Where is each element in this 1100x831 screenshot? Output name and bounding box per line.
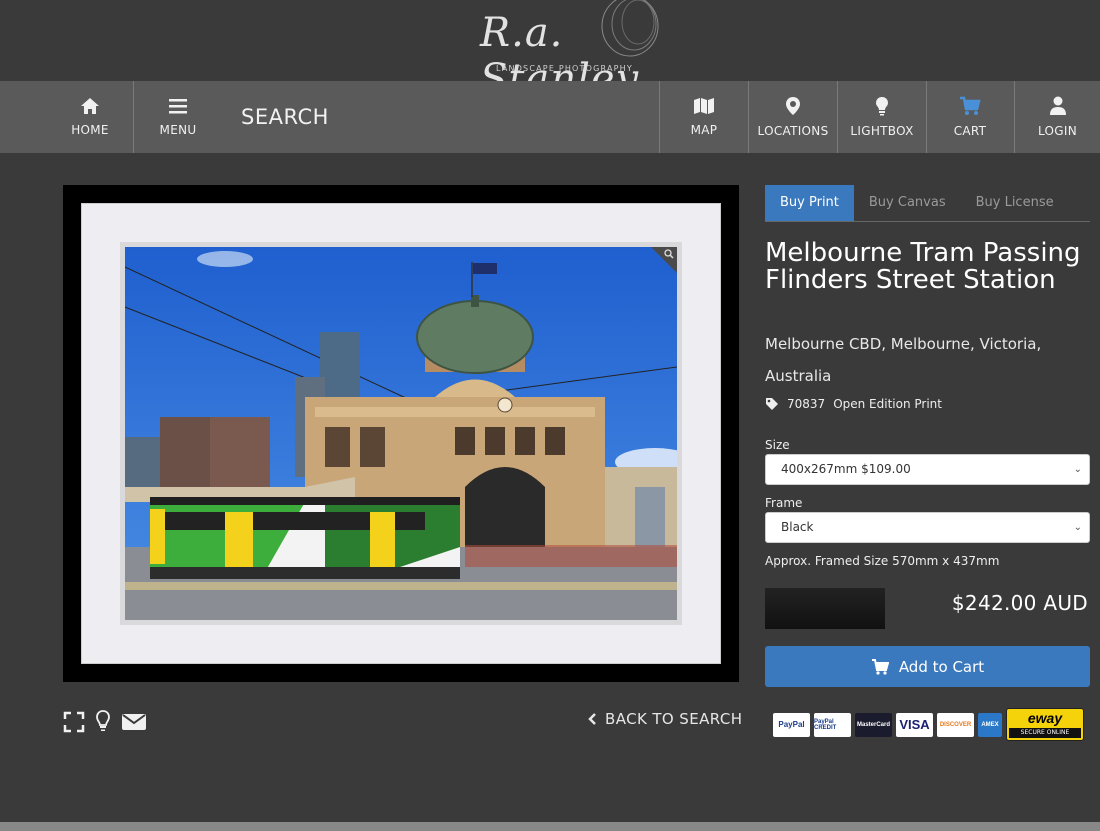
- discover-logo: DISCOVER: [937, 712, 974, 737]
- location-pin-icon: [786, 97, 800, 115]
- logo-subtitle: LANDSCAPE PHOTOGRAPHY: [496, 64, 633, 73]
- add-to-cart-label: Add to Cart: [898, 657, 985, 676]
- frame-select-value: Black: [781, 520, 814, 534]
- nav-menu-label: MENU: [159, 123, 197, 137]
- zoom-icon[interactable]: [664, 249, 674, 259]
- mastercard-logo: MasterCard: [855, 712, 892, 737]
- payment-methods: PayPal PayPal CREDIT MasterCard VISA DIS…: [773, 708, 1084, 741]
- map-icon: [694, 98, 714, 114]
- frame-swatch: [765, 588, 885, 629]
- add-to-cart-button[interactable]: Add to Cart: [765, 646, 1090, 687]
- chevron-down-icon: ⌄: [1073, 522, 1082, 533]
- paypal-logo: PayPal: [773, 712, 810, 737]
- user-icon: [1049, 96, 1066, 115]
- nav-search[interactable]: SEARCH: [241, 105, 329, 129]
- paypal-credit-logo: PayPal CREDIT: [814, 712, 851, 737]
- home-icon: [81, 98, 99, 114]
- footer-bar: [0, 822, 1100, 831]
- back-to-search-link[interactable]: BACK TO SEARCH: [588, 710, 742, 728]
- chevron-left-icon: [588, 713, 596, 725]
- size-select-value: 400x267mm $109.00: [781, 462, 911, 476]
- site-logo[interactable]: R.a. Stanley LANDSCAPE PHOTOGRAPHY: [470, 0, 700, 102]
- product-location: Melbourne CBD, Melbourne, Victoria, Aust…: [765, 335, 1042, 385]
- nav-home[interactable]: HOME: [46, 81, 134, 153]
- nav-locations[interactable]: LOCATIONS: [749, 81, 837, 153]
- fullscreen-icon[interactable]: [63, 711, 85, 733]
- nav-menu[interactable]: MENU: [134, 81, 222, 153]
- tag-icon: [766, 398, 778, 410]
- amex-logo: AMEX: [978, 712, 1002, 737]
- framed-print-preview: [63, 185, 739, 682]
- product-title: Melbourne Tram Passing Flinders Street S…: [765, 238, 1081, 295]
- tab-buy-print[interactable]: Buy Print: [765, 185, 854, 221]
- nav-map-label: MAP: [690, 123, 718, 137]
- back-to-search-label: BACK TO SEARCH: [605, 710, 743, 728]
- nav-locations-label: LOCATIONS: [757, 124, 829, 138]
- print-mat: [81, 203, 721, 664]
- image-tools: [63, 710, 147, 734]
- product-code: 70837: [787, 397, 826, 411]
- lightbox-add-icon[interactable]: [95, 710, 111, 734]
- eway-logo: eway SECURE ONLINE: [1006, 708, 1084, 741]
- nav-login[interactable]: LOGIN: [1015, 81, 1100, 153]
- tab-buy-license[interactable]: Buy License: [961, 185, 1069, 221]
- cart-icon: [960, 96, 981, 115]
- edition-type: Open Edition Print: [833, 397, 942, 411]
- visa-logo: VISA: [896, 712, 933, 737]
- main-nav: HOME MENU SEARCH MAP LOCATIONS LIGHTBOX: [0, 81, 1100, 153]
- nav-lightbox-label: LIGHTBOX: [850, 124, 914, 138]
- nav-cart-label: CART: [953, 124, 987, 138]
- product-edition: 70837 Open Edition Print: [765, 397, 942, 411]
- nav-login-label: LOGIN: [1037, 124, 1078, 138]
- chevron-down-icon: ⌄: [1073, 464, 1082, 475]
- cart-icon: [871, 658, 889, 675]
- nav-home-label: HOME: [71, 123, 109, 137]
- frame-label: Frame: [765, 496, 803, 510]
- frame-select[interactable]: Black ⌄: [765, 512, 1090, 543]
- size-label: Size: [765, 438, 790, 452]
- nav-lightbox[interactable]: LIGHTBOX: [838, 81, 926, 153]
- lightbulb-icon: [876, 97, 888, 116]
- approx-framed-size: Approx. Framed Size 570mm x 437mm: [765, 554, 1000, 568]
- product-photo[interactable]: [120, 242, 682, 625]
- eway-wordmark: eway: [1027, 710, 1063, 726]
- photo-scene: [125, 247, 677, 620]
- product-price: $242.00 AUD: [951, 591, 1088, 615]
- eway-tagline: SECURE ONLINE: [1009, 728, 1081, 738]
- email-icon[interactable]: [121, 712, 147, 732]
- purchase-tabs: Buy Print Buy Canvas Buy License: [765, 185, 1090, 222]
- nav-map[interactable]: MAP: [660, 81, 748, 153]
- tab-buy-canvas[interactable]: Buy Canvas: [854, 185, 961, 221]
- header: R.a. Stanley LANDSCAPE PHOTOGRAPHY: [0, 0, 1100, 102]
- nav-cart[interactable]: CART: [926, 81, 1014, 153]
- size-select[interactable]: 400x267mm $109.00 ⌄: [765, 454, 1090, 485]
- menu-icon: [169, 99, 187, 114]
